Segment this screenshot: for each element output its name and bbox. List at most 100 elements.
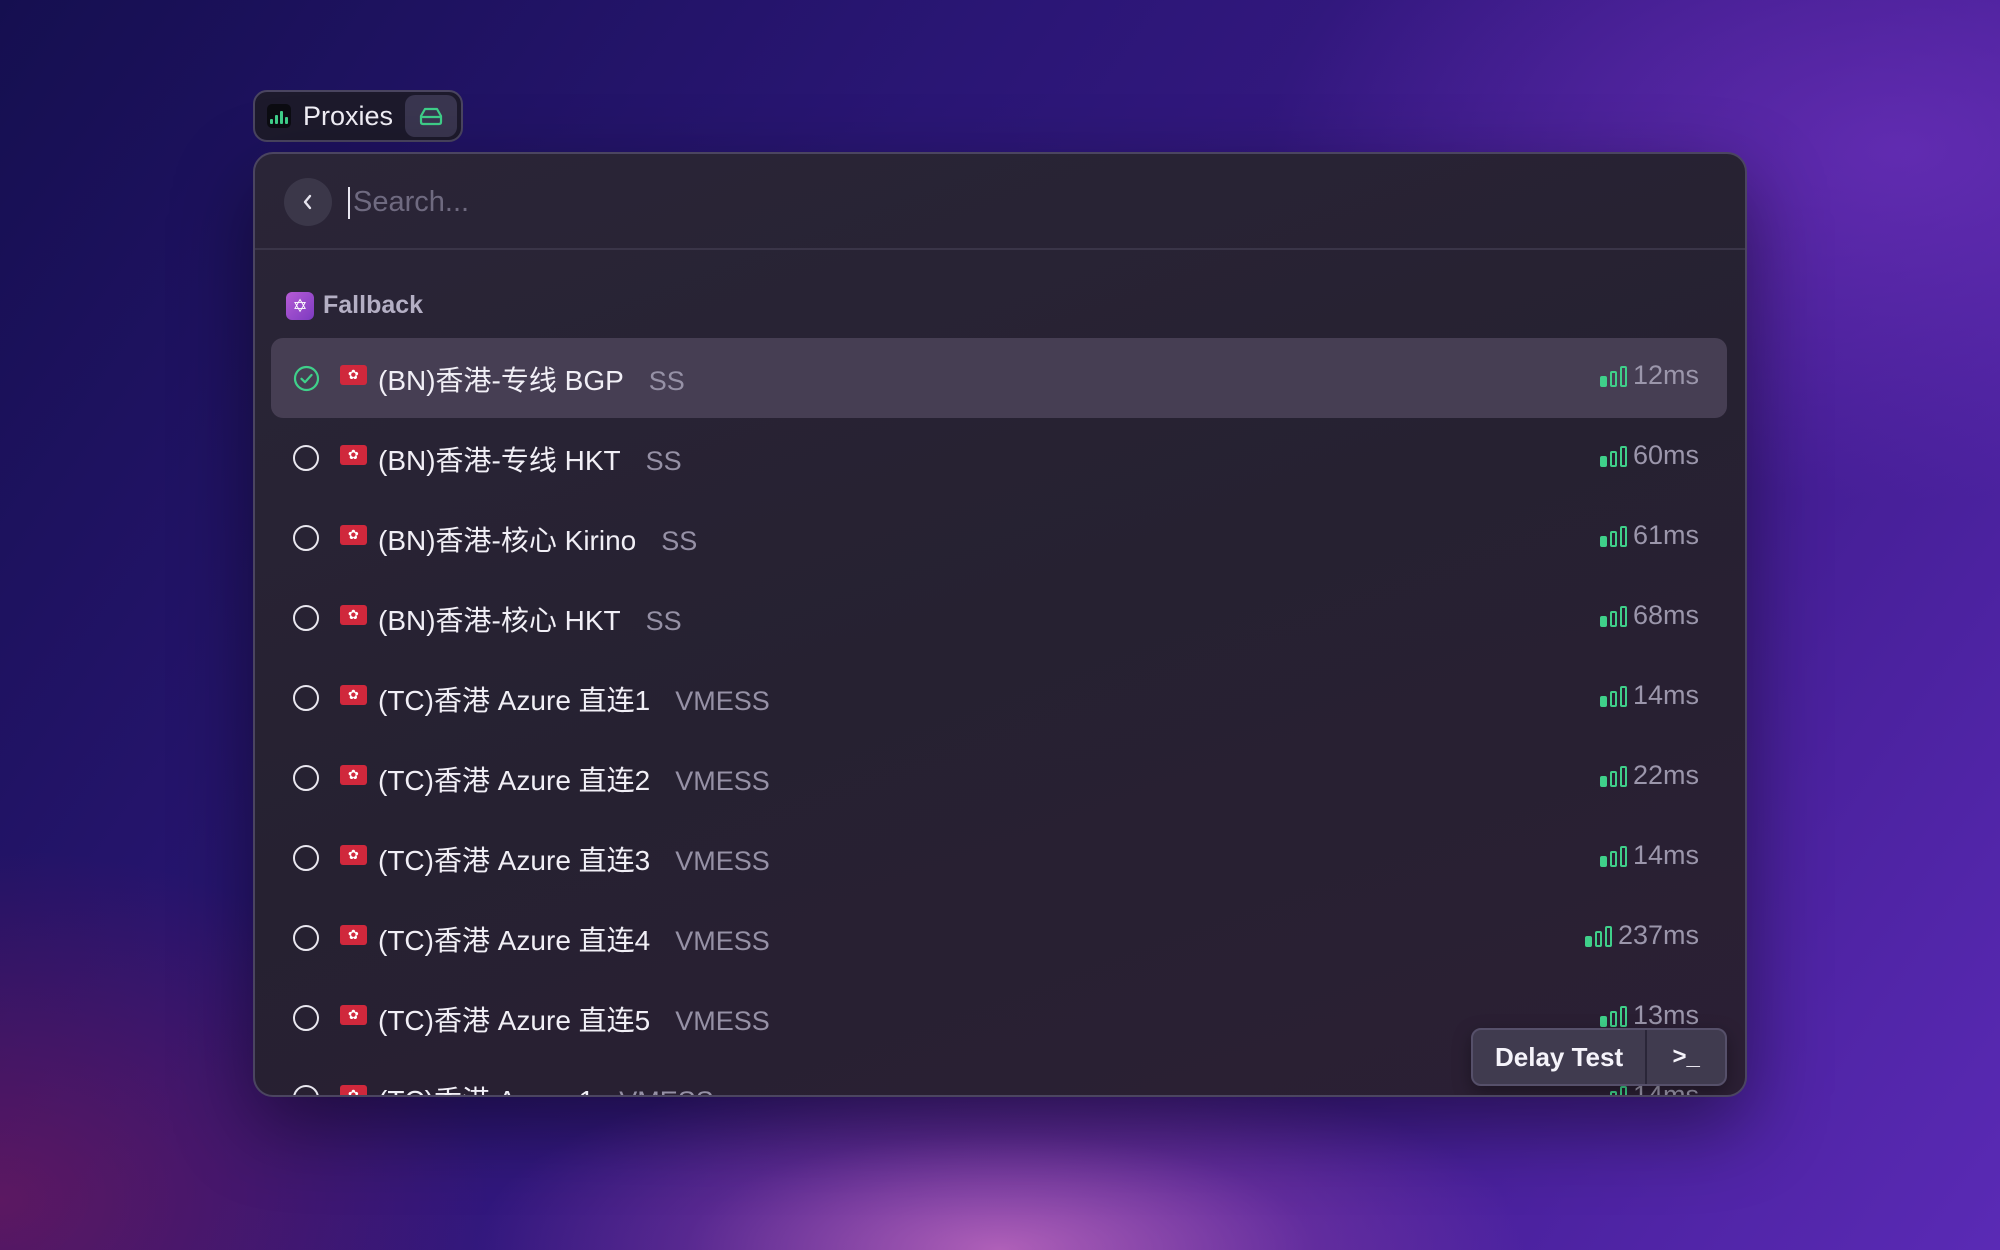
hong-kong-flag-icon: ✿ <box>340 1005 367 1025</box>
proxy-name-text: (BN)香港-专线 BGP <box>378 365 624 396</box>
proxy-row[interactable]: ✿ (BN)香港-核心 HKT SS 68ms <box>271 578 1727 658</box>
radio-circle-icon <box>293 525 319 551</box>
signal-bars-icon <box>1599 845 1627 867</box>
star-of-david-icon: ✡ <box>286 291 314 320</box>
latency: 60ms <box>1599 440 1699 471</box>
latency-value: 22ms <box>1632 760 1699 790</box>
proxy-protocol: SS <box>645 606 682 636</box>
group-header: ✡ Fallback <box>286 291 423 320</box>
proxy-name: (TC)香港 Azure 1 VMESS <box>378 1079 714 1095</box>
signal-bars-icon <box>1599 1005 1627 1027</box>
radio-circle-icon <box>293 925 319 951</box>
latency: 22ms <box>1599 760 1699 791</box>
proxy-name: (BN)香港-核心 HKT SS <box>378 599 682 639</box>
back-button[interactable] <box>284 178 332 226</box>
delay-test-label: Delay Test <box>1495 1041 1624 1072</box>
latency: 61ms <box>1599 520 1699 551</box>
latency: 14ms <box>1599 680 1699 711</box>
radio-circle-icon <box>293 1085 319 1095</box>
signal-bars-icon <box>1584 925 1612 947</box>
proxy-row[interactable]: ✿ (TC)香港 Azure 直连4 VMESS 237ms <box>271 898 1727 978</box>
signal-bars-logo-icon <box>267 104 291 128</box>
proxy-name: (BN)香港-专线 BGP SS <box>378 359 685 399</box>
radio-circle-icon <box>293 605 319 631</box>
hong-kong-flag-icon: ✿ <box>340 845 367 865</box>
proxy-name-text: (TC)香港 Azure 直连5 <box>378 1005 651 1036</box>
search-input[interactable] <box>351 176 1655 228</box>
signal-bars-icon <box>1599 765 1627 787</box>
proxy-protocol: VMESS <box>619 1086 714 1095</box>
hong-kong-flag-icon: ✿ <box>340 925 367 945</box>
latency: 12ms <box>1599 360 1699 391</box>
proxy-name: (BN)香港-核心 Kirino SS <box>378 519 697 559</box>
proxy-protocol: SS <box>645 446 682 476</box>
proxy-name-text: (TC)香港 Azure 直连2 <box>378 765 651 796</box>
proxy-name-text: (BN)香港-核心 HKT <box>378 605 621 636</box>
radio-circle-icon <box>293 685 319 711</box>
proxy-name: (TC)香港 Azure 直连1 VMESS <box>378 679 770 719</box>
proxy-protocol: VMESS <box>675 926 770 956</box>
hong-kong-flag-icon: ✿ <box>340 605 367 625</box>
latency: 14ms <box>1599 840 1699 871</box>
proxy-name: (TC)香港 Azure 直连3 VMESS <box>378 839 770 879</box>
latency-value: 60ms <box>1632 440 1699 470</box>
proxy-protocol: VMESS <box>675 686 770 716</box>
proxy-protocol: VMESS <box>675 1006 770 1036</box>
hong-kong-flag-icon: ✿ <box>340 365 367 385</box>
signal-bars-icon <box>1600 1085 1627 1095</box>
proxy-name-text: (BN)香港-核心 Kirino <box>378 525 637 556</box>
hong-kong-flag-icon: ✿ <box>340 525 367 545</box>
terminal-icon[interactable]: >_ <box>1647 1030 1725 1084</box>
latency-value: 61ms <box>1632 520 1699 550</box>
pill-title: Proxies <box>303 100 394 131</box>
proxy-name-text: (BN)香港-专线 HKT <box>378 445 621 476</box>
search-bar <box>255 154 1745 250</box>
hong-kong-flag-icon: ✿ <box>340 1085 367 1095</box>
hong-kong-flag-icon: ✿ <box>340 445 367 465</box>
proxy-name-text: (TC)香港 Azure 1 <box>378 1079 594 1095</box>
proxy-row[interactable]: ✿ (BN)香港-专线 BGP SS 12ms <box>271 338 1727 418</box>
proxy-row[interactable]: ✿ (BN)香港-核心 Kirino SS 61ms <box>271 498 1727 578</box>
proxy-panel: ✡ Fallback ✿ (BN)香港-专线 BGP SS 12ms ✿ (BN)香港-专… <box>253 152 1747 1097</box>
latency-value: 13ms <box>1632 1000 1699 1030</box>
proxy-name: (TC)香港 Azure 直连2 VMESS <box>378 759 770 799</box>
tray-icon <box>419 107 443 126</box>
latency-value: 14ms <box>1632 680 1699 710</box>
tray-button[interactable] <box>405 95 458 137</box>
radio-circle-icon <box>293 445 319 471</box>
proxy-name: (TC)香港 Azure 直连4 VMESS <box>378 919 770 959</box>
proxy-name: (BN)香港-专线 HKT SS <box>378 439 682 479</box>
proxy-name-text: (TC)香港 Azure 直连1 <box>378 685 651 716</box>
radio-circle-icon <box>293 1005 319 1031</box>
check-circle-icon <box>293 365 320 392</box>
group-label: Fallback <box>323 291 424 319</box>
radio-circle-icon <box>293 845 319 871</box>
proxies-pill: Proxies <box>253 90 464 142</box>
radio-circle-icon <box>293 765 319 791</box>
signal-bars-icon <box>1599 605 1627 627</box>
proxy-row[interactable]: ✿ (TC)香港 Azure 直连2 VMESS 22ms <box>271 738 1727 818</box>
hong-kong-flag-icon: ✿ <box>340 685 367 705</box>
latency-value: 237ms <box>1617 920 1699 950</box>
latency-value: 14ms <box>1632 840 1699 870</box>
signal-bars-icon <box>1599 445 1627 467</box>
proxy-protocol: SS <box>661 526 698 556</box>
latency-value: 12ms <box>1632 360 1699 390</box>
proxy-row[interactable]: ✿ (TC)香港 Azure 直连3 VMESS 14ms <box>271 818 1727 898</box>
proxy-name: (TC)香港 Azure 直连5 VMESS <box>378 999 770 1039</box>
proxy-row[interactable]: ✿ (TC)香港 Azure 直连1 VMESS 14ms <box>271 658 1727 738</box>
latency: 13ms <box>1599 1000 1699 1031</box>
proxy-protocol: VMESS <box>675 766 770 796</box>
chevron-left-icon <box>303 194 312 210</box>
proxy-row[interactable]: ✿ (BN)香港-专线 HKT SS 60ms <box>271 418 1727 498</box>
signal-bars-icon <box>1599 685 1627 707</box>
proxy-protocol: SS <box>648 366 685 396</box>
proxy-protocol: VMESS <box>675 846 770 876</box>
proxy-name-text: (TC)香港 Azure 直连3 <box>378 845 651 876</box>
signal-bars-icon <box>1599 525 1627 547</box>
delay-test-button[interactable]: Delay Test >_ <box>1471 1028 1728 1086</box>
latency: 68ms <box>1599 600 1699 631</box>
signal-bars-icon <box>1599 365 1627 387</box>
latency: 237ms <box>1584 920 1699 951</box>
latency-value: 68ms <box>1632 600 1699 630</box>
